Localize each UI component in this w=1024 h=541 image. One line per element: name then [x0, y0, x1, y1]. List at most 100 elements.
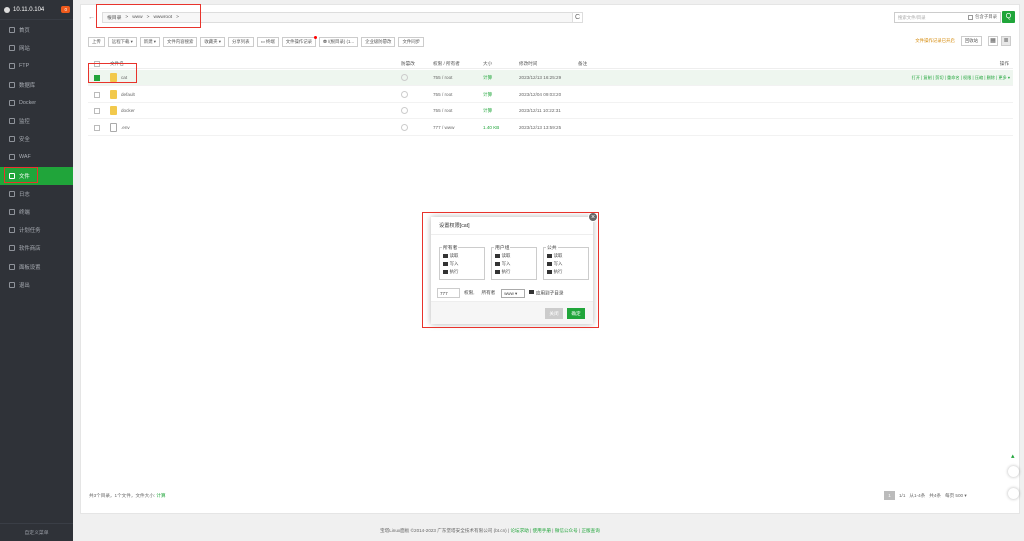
- chat-icon[interactable]: [1008, 466, 1019, 477]
- sidebar-item-label: 终端: [19, 209, 30, 216]
- search-input[interactable]: 搜索文件/目录 包含子目录: [894, 12, 1001, 23]
- toolbar-button-4[interactable]: 收藏夹 ▾: [200, 36, 225, 47]
- forum-link[interactable]: 论坛求助: [510, 528, 528, 533]
- col-ops: 操作: [999, 61, 1009, 66]
- toolbar-button-8[interactable]: ⛃ /(根目录) (1...: [319, 36, 359, 47]
- sidebar-item-label: 面板设置: [19, 264, 41, 271]
- file-icon: [110, 122, 117, 132]
- table-header: 文件名 防篡改 权限 / 所有者 大小 修改时间 备注 操作: [88, 59, 1013, 69]
- file-name[interactable]: default: [121, 92, 135, 97]
- menu-icon: [9, 63, 15, 70]
- server-icon: [4, 6, 10, 13]
- toolbar-button-0[interactable]: 上传: [88, 36, 105, 47]
- back-arrow-icon[interactable]: ←: [88, 14, 95, 21]
- toolbar-button-2[interactable]: 新建 ▾: [139, 36, 161, 47]
- menu-icon: [9, 190, 15, 197]
- sidebar-item-label: 监控: [19, 119, 30, 126]
- file-name[interactable]: .env: [121, 125, 130, 130]
- toolbar-button-1[interactable]: 远程下载 ▾: [107, 36, 137, 47]
- file-name[interactable]: docker: [121, 108, 135, 113]
- file-perm[interactable]: 755 / root: [433, 75, 452, 80]
- wechat-link[interactable]: 微信公众号: [555, 528, 578, 533]
- list-view-icon[interactable]: ≣: [1001, 36, 1011, 46]
- file-size[interactable]: 计算: [483, 108, 492, 114]
- pagination: 1 1/1 从1-4条 共4条 每页 500 ▾: [884, 491, 971, 500]
- table-row[interactable]: docker 755 / root 计算 2023/12/11 10:22:31: [88, 103, 1013, 119]
- file-perm[interactable]: 755 / root: [433, 108, 452, 113]
- sidebar-item-11[interactable]: 计划任务: [0, 221, 73, 239]
- file-perm[interactable]: 777 / www: [433, 125, 454, 130]
- sidebar-item-label: 安全: [19, 137, 30, 144]
- table-row[interactable]: default 755 / root 计算 2023/12/04 09:03:20: [88, 87, 1013, 103]
- toolbar: 上传 远程下载 ▾ 新建 ▾ 文件内容搜索 收藏夹 ▾ 分享列表 ▭ 终端 文件操作记录 ⛃ /…: [88, 35, 1013, 47]
- sidebar-item-12[interactable]: 软件商店: [0, 239, 73, 257]
- toolbar-button-10[interactable]: 文件同步: [398, 36, 425, 47]
- row-operations[interactable]: 打开 | 复制 | 剪切 | 重命名 | 权限 | 压缩 | 删除 | 更多 ▾: [912, 75, 1010, 81]
- menu-icon: [9, 281, 15, 288]
- sidebar-item-10[interactable]: 终端: [0, 203, 73, 221]
- server-header: 10.11.0.104 0: [0, 0, 73, 20]
- table-row[interactable]: cat 755 / root 计算 2023/12/13 16:25:29 打开 | 复…: [88, 70, 1013, 86]
- file-mtime: 2023/12/13 13:59:25: [519, 124, 562, 130]
- sidebar-item-1[interactable]: 网站: [0, 39, 73, 57]
- page-total: 共4条: [929, 492, 941, 498]
- toolbar-button-7[interactable]: 文件操作记录: [281, 35, 318, 47]
- row-checkbox[interactable]: [94, 124, 100, 131]
- table-row[interactable]: .env 777 / www 1.40 KB 2023/12/13 13:59:25: [88, 120, 1013, 136]
- grid-view-icon[interactable]: ▦: [988, 36, 998, 46]
- sidebar-item-13[interactable]: 面板设置: [0, 257, 73, 275]
- protect-icon[interactable]: [401, 123, 408, 131]
- menu-icon: [9, 118, 15, 125]
- sidebar-item-2[interactable]: FTP: [0, 57, 73, 75]
- per-page-select[interactable]: 每页 500 ▾: [945, 493, 967, 499]
- file-size[interactable]: 计算: [483, 92, 492, 98]
- genuine-link[interactable]: 正版查询: [581, 528, 599, 533]
- toolbar-button-9[interactable]: 企业级防篡改: [361, 36, 396, 47]
- toolbar-button-3[interactable]: 文件内容搜索: [163, 36, 198, 47]
- protect-icon[interactable]: [401, 107, 408, 114]
- include-subdir-checkbox[interactable]: 包含子目录: [968, 14, 997, 20]
- toolbar-buttons: 上传 远程下载 ▾ 新建 ▾ 文件内容搜索 收藏夹 ▾ 分享列表 ▭ 终端 文件操作记录 ⛃ /…: [88, 35, 427, 47]
- recycle-bin-button[interactable]: 回收站: [960, 36, 982, 46]
- sidebar-item-6[interactable]: 安全: [0, 130, 73, 148]
- sidebar-item-label: 数据库: [19, 82, 36, 89]
- include-subdir-label: 包含子目录: [975, 14, 997, 19]
- toolbar-button-6[interactable]: ▭ 终端: [256, 36, 279, 47]
- menu-icon: [9, 45, 15, 52]
- custom-menu-button[interactable]: 自定义菜单: [0, 523, 73, 541]
- copyright: 宝塔Linux面板 ©2014-2023 广东堡塔安全技术有限公司 (bt.cn…: [380, 528, 600, 533]
- protect-icon[interactable]: [401, 90, 408, 98]
- refresh-icon[interactable]: C: [572, 12, 583, 23]
- file-mtime: 2023/12/11 10:22:31: [519, 108, 561, 113]
- calc-size-link[interactable]: 计算: [156, 493, 165, 498]
- sidebar-item-0[interactable]: 首页: [0, 21, 73, 39]
- col-remark: 备注: [578, 61, 588, 66]
- page-button[interactable]: 1: [884, 491, 895, 500]
- file-perm[interactable]: 755 / root: [433, 92, 452, 97]
- search-button[interactable]: Q: [1002, 11, 1015, 23]
- row-checkbox[interactable]: [94, 91, 100, 98]
- collapse-arrow-icon[interactable]: ▴: [1011, 452, 1022, 463]
- operation-log-warning[interactable]: 文件操作记录已开启: [915, 38, 955, 44]
- col-mtime[interactable]: 修改时间: [519, 61, 537, 67]
- sidebar-item-5[interactable]: 监控: [0, 112, 73, 130]
- toolbar-button-5[interactable]: 分享列表: [227, 36, 254, 47]
- assistant-icon[interactable]: [1008, 488, 1019, 499]
- sidebar-item-label: WAF: [19, 154, 31, 161]
- sidebar-item-4[interactable]: Docker: [0, 94, 73, 112]
- sidebar-item-7[interactable]: WAF: [0, 148, 73, 166]
- sidebar-nav: 首页 网站 FTP 数据库 Docker 监控 安全 WAF 文件 日志 终端 计划任务 软件商店 面板设…: [0, 21, 73, 294]
- col-protect: 防篡改: [401, 61, 415, 66]
- protect-icon[interactable]: [401, 74, 408, 81]
- sidebar-item-9[interactable]: 日志: [0, 185, 73, 203]
- file-size[interactable]: 1.40 KB: [483, 125, 499, 130]
- file-size[interactable]: 计算: [483, 75, 492, 81]
- sidebar-item-3[interactable]: 数据库: [0, 76, 73, 94]
- menu-icon: [9, 227, 15, 234]
- notification-badge[interactable]: 0: [61, 6, 70, 13]
- menu-icon: [9, 81, 15, 88]
- row-checkbox[interactable]: [94, 108, 100, 114]
- manual-link[interactable]: 使用手册: [533, 528, 551, 533]
- col-size[interactable]: 大小: [483, 61, 492, 67]
- sidebar-item-14[interactable]: 退出: [0, 276, 73, 294]
